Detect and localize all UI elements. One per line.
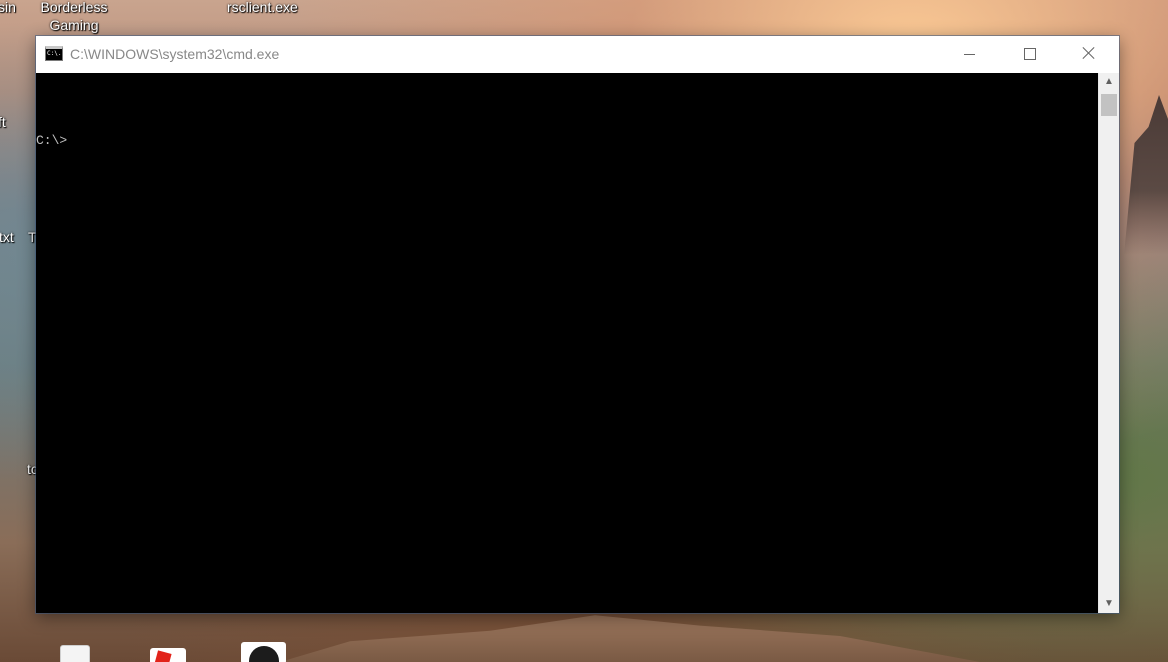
circle-logo-icon bbox=[249, 646, 279, 662]
text-file-icon[interactable] bbox=[60, 645, 90, 662]
scrollbar-thumb[interactable] bbox=[1101, 94, 1117, 116]
desktop-background: sin Borderless Gaming rsclient.exe ft tx… bbox=[0, 0, 1168, 662]
maximize-icon bbox=[1024, 48, 1036, 60]
console-icon: C:\. bbox=[45, 46, 63, 61]
window-title: C:\WINDOWS\system32\cmd.exe bbox=[70, 46, 280, 62]
title-bar[interactable]: C:\. C:\WINDOWS\system32\cmd.exe bbox=[36, 36, 1119, 73]
close-button[interactable] bbox=[1066, 36, 1112, 73]
vertical-scrollbar[interactable]: ▲ ▼ bbox=[1098, 73, 1119, 613]
minimize-icon bbox=[964, 54, 975, 55]
scroll-up-icon[interactable]: ▲ bbox=[1099, 73, 1119, 91]
desktop-icon-label: Gaming bbox=[49, 17, 99, 33]
desktop-icon-borderless-gaming[interactable]: Borderless Gaming bbox=[38, 0, 110, 34]
close-icon bbox=[1081, 45, 1097, 61]
desktop-icon-label: Borderless bbox=[40, 0, 108, 15]
cmd-window[interactable]: C:\. C:\WINDOWS\system32\cmd.exe C:\> ▲ … bbox=[36, 36, 1119, 613]
desktop-icon-label[interactable]: txt bbox=[0, 228, 14, 246]
desktop-icon-rsclient[interactable]: rsclient.exe bbox=[227, 0, 298, 16]
desktop-icon-label[interactable]: ft bbox=[0, 113, 6, 131]
wallpaper-mountain bbox=[280, 615, 980, 662]
minimize-button[interactable] bbox=[947, 36, 993, 73]
command-prompt[interactable]: C:\> bbox=[36, 133, 67, 149]
console-output[interactable]: C:\> bbox=[36, 73, 1098, 613]
maximize-button[interactable] bbox=[1007, 36, 1053, 73]
scroll-down-icon[interactable]: ▼ bbox=[1099, 595, 1119, 613]
roblox-logo-shape bbox=[154, 650, 172, 662]
roblox-icon[interactable] bbox=[150, 648, 186, 662]
desktop-icon-label[interactable]: sin bbox=[0, 0, 16, 16]
app-icon[interactable] bbox=[241, 642, 286, 662]
